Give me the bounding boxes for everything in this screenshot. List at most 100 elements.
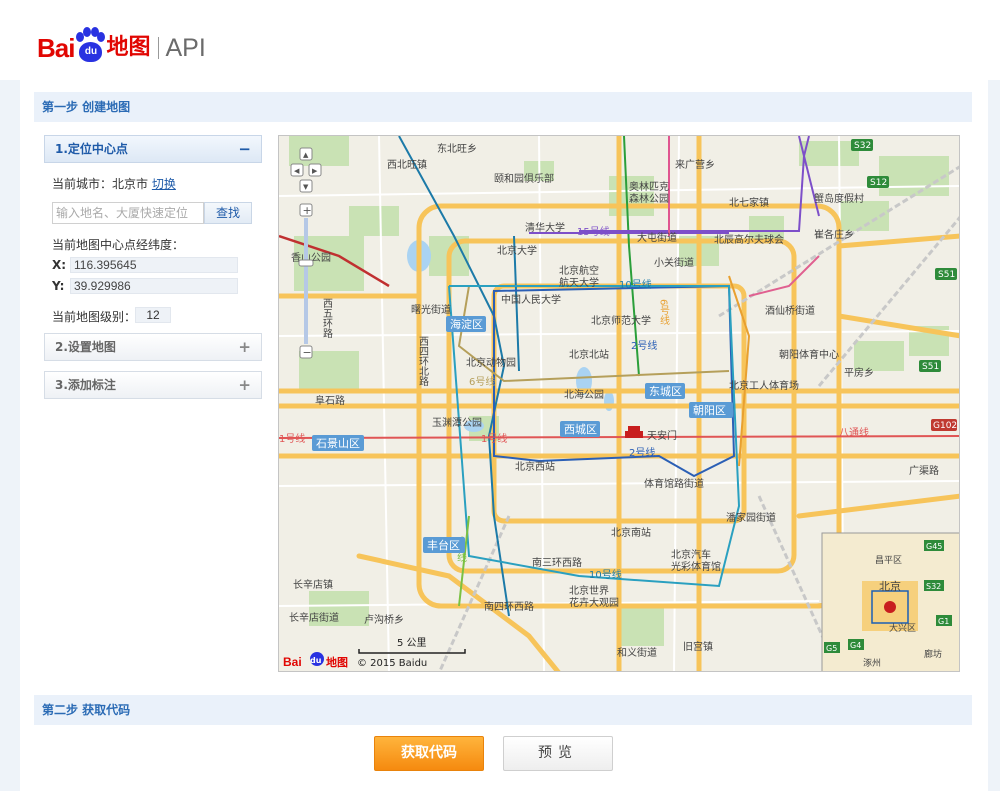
map-label: 长辛店镇 — [293, 578, 333, 591]
overview-label: 涿州 — [863, 658, 881, 669]
map-label: 潘家园街道 — [726, 511, 776, 524]
zoom-slider-handle — [298, 259, 314, 267]
map-label: 6号线 — [469, 375, 495, 388]
map-label: 北京西站 — [515, 460, 555, 473]
map-label: 南三环西路 — [532, 556, 582, 569]
highway-label: G1 — [938, 617, 949, 626]
map-label: 1号线 — [481, 432, 507, 445]
header: Bai du 地图 API — [0, 0, 1000, 80]
baidu-paw-icon: du — [75, 27, 106, 63]
district-label: 东城区 — [649, 385, 682, 398]
district-label: 海淀区 — [450, 317, 483, 331]
zoom-level-field[interactable]: 12 — [135, 307, 171, 323]
map-label: 崔各庄乡 — [814, 228, 854, 241]
x-label: X: — [52, 258, 67, 272]
step1-title: 第一步 创建地图 — [34, 92, 972, 122]
overview-label: 廊坊 — [924, 648, 942, 660]
map-label: 阜石路 — [315, 394, 345, 407]
map-label: 颐和园俱乐部 — [494, 172, 554, 185]
map-label: 蟹岛度假村 — [814, 192, 864, 205]
map-label: 大屯街道 — [637, 231, 677, 244]
map-footer: Bai du 地图 © 2015 Baidu — [283, 652, 427, 669]
x-value-field[interactable]: 116.395645 — [70, 257, 238, 273]
map-label: 光彩体育馆 — [671, 560, 721, 573]
logo-map-text: 地图 — [106, 35, 151, 60]
scale-label: 5 公里 — [397, 637, 427, 649]
collapse-icon[interactable]: − — [238, 136, 251, 162]
location-search-input[interactable]: 输入地名、大厦快速定位 — [52, 202, 204, 224]
highway-label: G5 — [826, 644, 837, 653]
highway-label: S12 — [870, 178, 887, 188]
search-button[interactable]: 查找 — [204, 202, 252, 224]
highway-label: G45 — [926, 542, 942, 551]
map-label: 旧宫镇 — [683, 640, 713, 653]
expand-icon[interactable]: + — [238, 334, 251, 360]
section-map-settings-label: 2.设置地图 — [55, 340, 116, 354]
map-label: 平房乡 — [844, 366, 874, 379]
map-label: 中国人民大学 — [501, 293, 561, 306]
map-label: 小关街道 — [654, 256, 694, 269]
map-label: 北京北站 — [569, 348, 609, 361]
highway-label: S32 — [926, 582, 941, 591]
map-logo-du: du — [310, 656, 322, 665]
map-label: 奥林匹克 — [629, 180, 669, 193]
overview-label: 大兴区 — [889, 622, 916, 634]
current-city: 当前城市：北京市 切换 — [52, 175, 176, 192]
logo-du-text: du — [79, 42, 103, 62]
preview-button[interactable]: 预览 — [503, 736, 613, 771]
map-canvas[interactable]: 东北旺乡 西北旺镇 颐和园俱乐部 奥林匹克 森林公园 来广营乡 北七家镇 蟹岛度… — [278, 135, 960, 672]
map-label: 1号线 — [279, 432, 305, 445]
district-label: 石景山区 — [316, 437, 360, 450]
logo-separator — [158, 37, 160, 59]
overview-label: 昌平区 — [875, 555, 902, 566]
zoom-in-icon[interactable]: + — [303, 204, 312, 217]
expand-icon[interactable]: + — [238, 372, 251, 398]
overview-label: 北京 — [879, 579, 901, 593]
copyright-text: © 2015 Baidu — [357, 658, 427, 669]
map-label: 卢沟桥乡 — [364, 613, 404, 626]
section-locate-center[interactable]: 1.定位中心点 − — [44, 135, 262, 163]
map-label: 清华大学 — [525, 221, 565, 234]
map-label: 来广营乡 — [675, 158, 715, 171]
map-label: 和义街道 — [617, 646, 657, 659]
current-city-value: 北京市 — [112, 177, 149, 191]
get-code-button[interactable]: 获取代码 — [374, 736, 484, 771]
map-label: 西四环北路 — [417, 336, 429, 387]
switch-city-link[interactable]: 切换 — [152, 177, 176, 191]
district-label: 朝阳区 — [693, 404, 726, 417]
map-label: 北七家镇 — [729, 196, 769, 209]
logo-bai-text: Bai — [37, 33, 75, 63]
highway-label: G102 — [933, 421, 957, 431]
map-label: 西北旺镇 — [387, 158, 427, 171]
district-label: 丰台区 — [427, 538, 460, 552]
step2-title: 第二步 获取代码 — [34, 695, 972, 725]
zoom-out-icon[interactable]: − — [303, 346, 312, 359]
map-label: 航天大学 — [559, 276, 599, 289]
pan-left-icon[interactable]: ◀ — [294, 167, 300, 175]
highway-label: S51 — [938, 270, 955, 280]
map-label: 6号线 — [658, 299, 670, 325]
main-panel: 第一步 创建地图 1.定位中心点 − 当前城市：北京市 切换 输入地名、大厦快速… — [20, 80, 988, 791]
map-label: 2号线 — [631, 339, 657, 352]
baidu-map-api-logo[interactable]: Bai du 地图 API — [37, 18, 206, 63]
section-map-settings[interactable]: 2.设置地图 + — [44, 333, 262, 361]
map-label: 北京航空 — [559, 264, 599, 277]
section-add-marker[interactable]: 3.添加标注 + — [44, 371, 262, 399]
pan-up-icon[interactable]: ▲ — [303, 151, 309, 159]
center-coords-label: 当前地图中心点经纬度： — [52, 238, 185, 252]
district-label: 西城区 — [564, 423, 597, 436]
map-label: 玉渊潭公园 — [432, 417, 482, 429]
map-logo-map: 地图 — [326, 655, 348, 669]
map-label: 南四环西路 — [484, 600, 534, 613]
y-value-field[interactable]: 39.929986 — [70, 278, 238, 294]
map-label: 北辰高尔夫球会 — [714, 233, 784, 246]
pan-right-icon[interactable]: ▶ — [312, 167, 318, 175]
overview-map[interactable]: 昌平区 北京 大兴区 廊坊 涿州 G45 S32 G1 G5 G4 — [821, 532, 960, 672]
map-label: 10号线 — [619, 278, 652, 291]
map-label: 森林公园 — [629, 192, 669, 205]
map-label: 北京南站 — [611, 526, 651, 539]
map-label: 曙光街道 — [411, 303, 451, 316]
zoom-level-label: 当前地图级别： — [52, 310, 137, 324]
map-label: 10号线 — [589, 568, 622, 581]
pan-down-icon[interactable]: ▼ — [303, 183, 309, 191]
